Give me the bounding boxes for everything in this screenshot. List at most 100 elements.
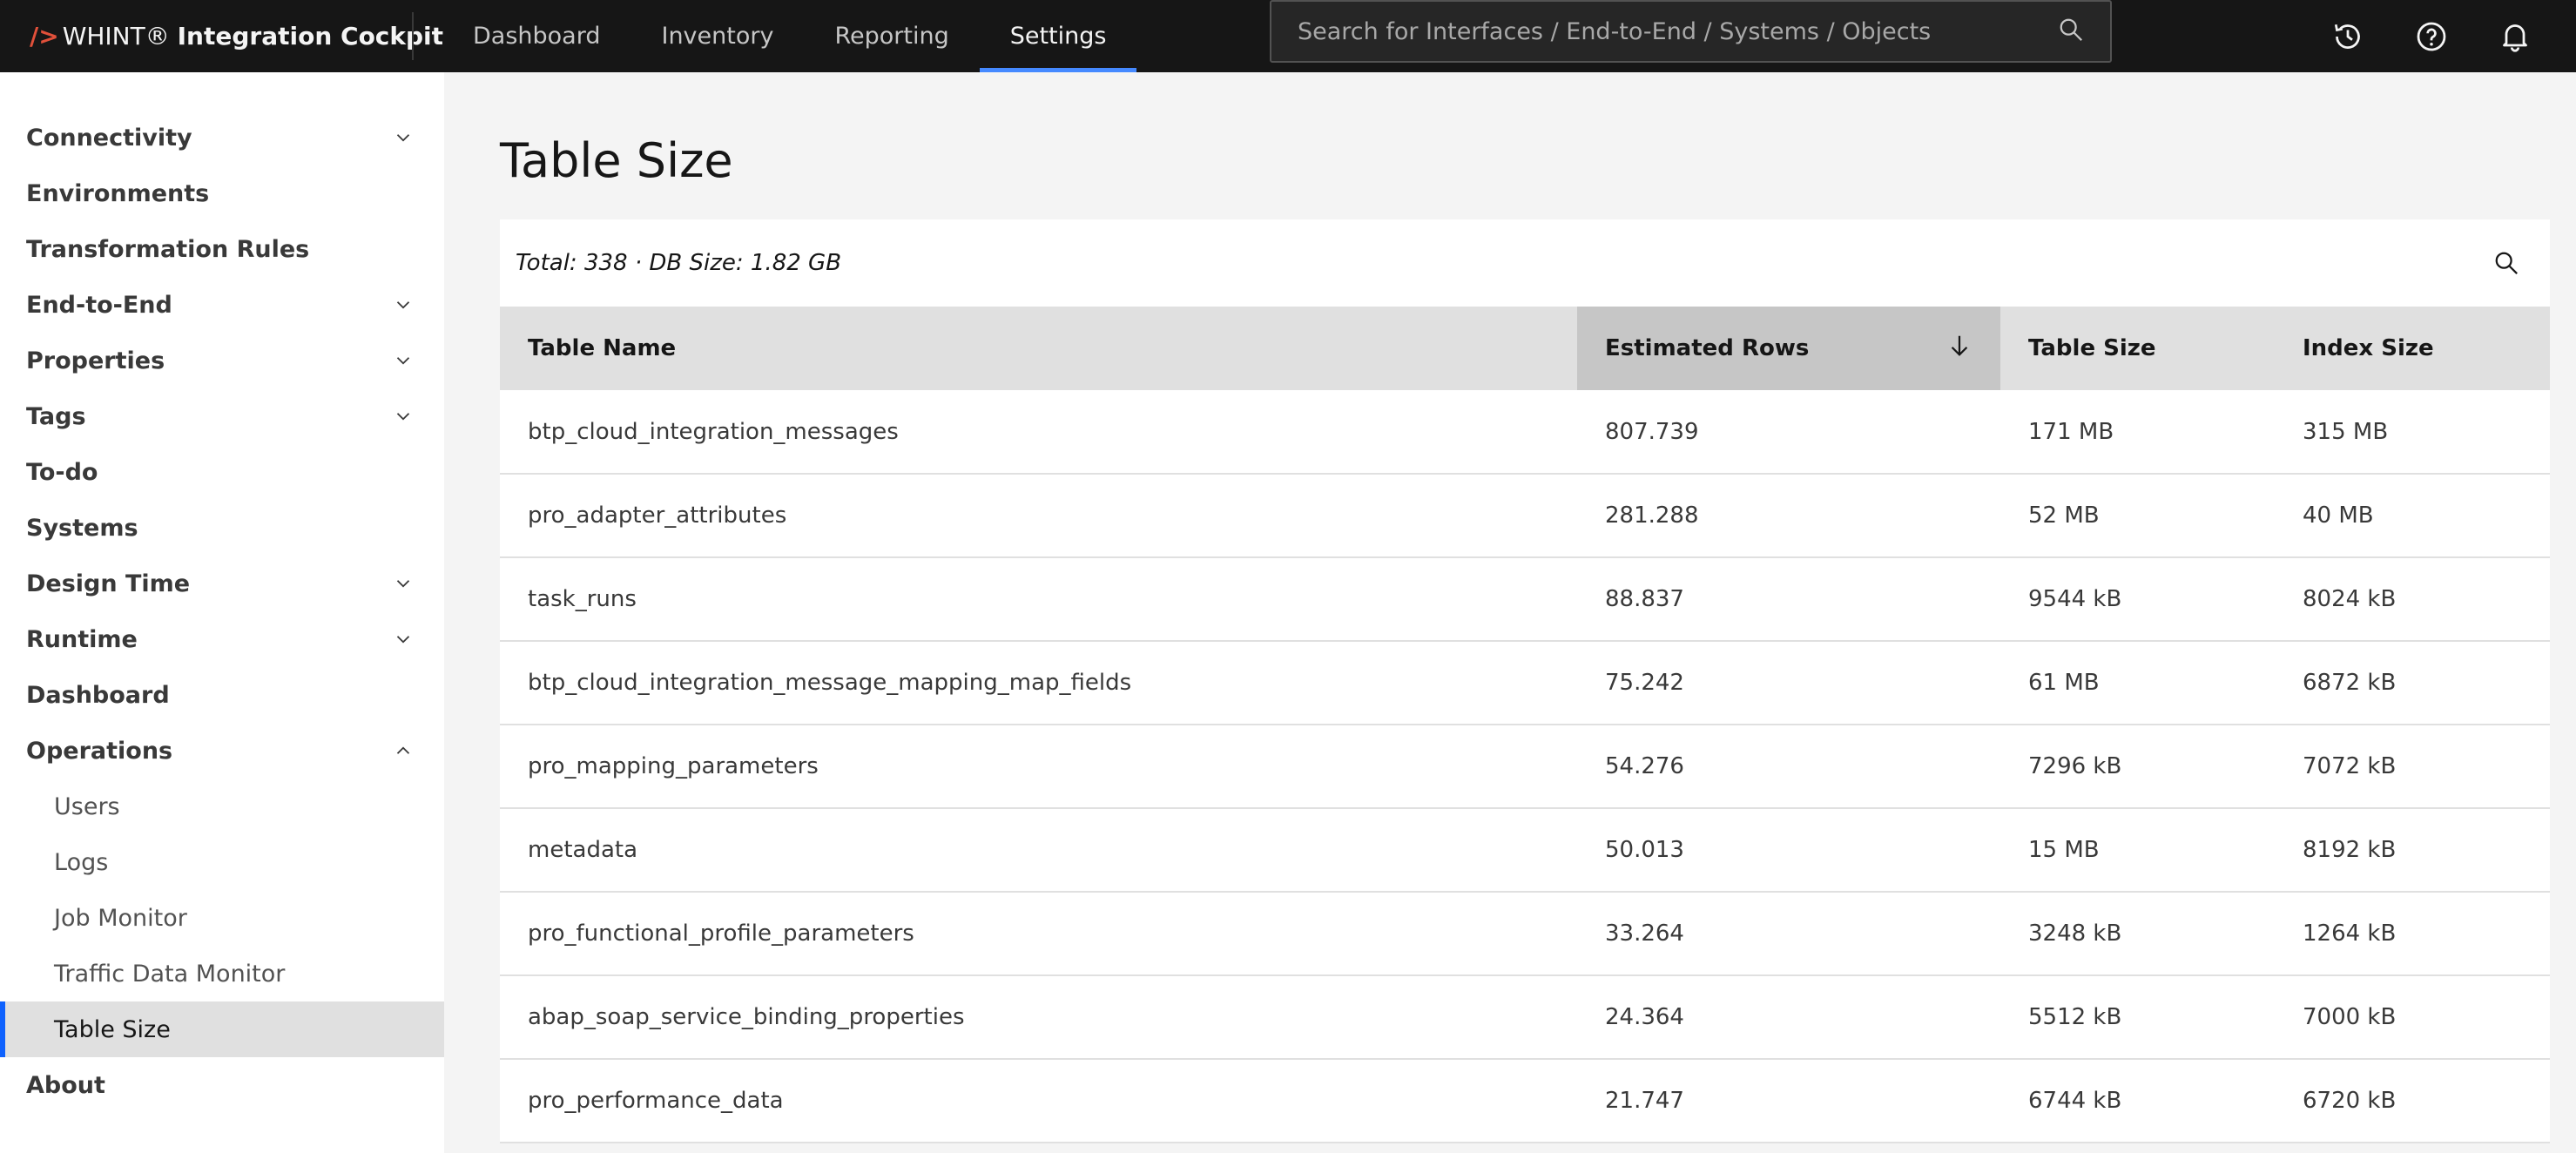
- table-cell-estimated-rows: 21.747: [1577, 1059, 2000, 1143]
- column-header-label: Estimated Rows: [1605, 335, 1810, 361]
- chevron-down-icon[interactable]: [388, 624, 418, 654]
- column-header-index-size[interactable]: Index Size: [2275, 307, 2550, 390]
- sidebar-item-operations[interactable]: Operations: [0, 723, 444, 779]
- sidebar-item-label: Logs: [54, 848, 109, 876]
- table-cell-table-name: task_runs: [500, 557, 1577, 642]
- history-icon[interactable]: [2306, 0, 2390, 72]
- sidebar-item-label: Tags: [26, 402, 86, 430]
- chevron-down-icon[interactable]: [388, 346, 418, 375]
- sidebar-item-connectivity[interactable]: Connectivity: [0, 110, 444, 165]
- sidebar-item-users[interactable]: Users: [0, 779, 444, 834]
- table-row[interactable]: btp_cloud_integration_message_mapping_ma…: [500, 641, 2550, 725]
- brand-name: WHINT® Integration Cockpit: [62, 22, 444, 51]
- nav-tab-settings[interactable]: Settings: [979, 0, 1137, 72]
- column-header-table-name[interactable]: Table Name: [500, 307, 1577, 390]
- sidebar-item-about[interactable]: About: [0, 1057, 444, 1113]
- app-logo[interactable]: /> WHINT® Integration Cockpit: [30, 0, 443, 72]
- table-cell-estimated-rows: 88.837: [1577, 557, 2000, 642]
- nav-tab-reporting[interactable]: Reporting: [804, 0, 979, 72]
- help-icon[interactable]: [2390, 0, 2473, 72]
- sidebar-item-label: Job Monitor: [54, 904, 187, 932]
- table-cell-index-size: 6720 kB: [2275, 1059, 2550, 1143]
- page-title: Table Size: [500, 133, 733, 188]
- chevron-down-icon[interactable]: [388, 569, 418, 598]
- sidebar-item-tags[interactable]: Tags: [0, 388, 444, 444]
- table-cell-table-name: pro_mapping_parameters: [500, 725, 1577, 809]
- brand-mark: />: [30, 22, 59, 51]
- table-cell-index-size: 7072 kB: [2275, 725, 2550, 809]
- top-header: /> WHINT® Integration Cockpit Dashboard I…: [0, 0, 2576, 72]
- search-icon[interactable]: [2058, 17, 2084, 46]
- column-header-table-size[interactable]: Table Size: [2000, 307, 2275, 390]
- sidebar-item-label: End-to-End: [26, 291, 172, 319]
- table-cell-index-size: 40 MB: [2275, 474, 2550, 558]
- sort-descending-icon[interactable]: [1946, 333, 1972, 365]
- sidebar-item-dashboard[interactable]: Dashboard: [0, 667, 444, 723]
- column-header-label: Index Size: [2303, 335, 2434, 361]
- nav-tab-dashboard[interactable]: Dashboard: [442, 0, 631, 72]
- table-cell-estimated-rows: 807.739: [1577, 390, 2000, 475]
- table-cell-index-size: 315 MB: [2275, 390, 2550, 475]
- sidebar-item-traffic-data-monitor[interactable]: Traffic Data Monitor: [0, 946, 444, 1001]
- search-input[interactable]: [1298, 17, 2058, 45]
- column-header-label: Table Name: [528, 335, 677, 361]
- nav-tab-inventory[interactable]: Inventory: [631, 0, 804, 72]
- table-row[interactable]: abap_soap_service_binding_properties 24.3…: [500, 975, 2550, 1060]
- sidebar-item-transformation-rules[interactable]: Transformation Rules: [0, 221, 444, 277]
- table-cell-table-name: pro_adapter_attributes: [500, 474, 1577, 558]
- column-header-label: Table Size: [2028, 335, 2156, 361]
- table-row[interactable]: pro_performance_data 21.747 6744 kB 6720 kB: [500, 1059, 2550, 1143]
- table-cell-estimated-rows: 75.242: [1577, 641, 2000, 725]
- table-row[interactable]: pro_adapter_attributes 281.288 52 MB 40 MB: [500, 474, 2550, 558]
- sidebar-item-label: Traffic Data Monitor: [54, 960, 286, 988]
- column-header-estimated-rows[interactable]: Estimated Rows: [1577, 307, 2000, 390]
- table-cell-estimated-rows: 50.013: [1577, 808, 2000, 893]
- table-cell-table-name: metadata: [500, 808, 1577, 893]
- header-divider: [412, 12, 414, 60]
- table-cell-index-size: 8192 kB: [2275, 808, 2550, 893]
- sidebar-item-label: Users: [54, 792, 120, 820]
- sidebar-item-runtime[interactable]: Runtime: [0, 611, 444, 667]
- table-cell-table-size: 52 MB: [2000, 474, 2275, 558]
- sidebar-item-end-to-end[interactable]: End-to-End: [0, 277, 444, 333]
- sidebar-item-table-size[interactable]: Table Size: [0, 1001, 444, 1057]
- sidebar-item-label: Table Size: [54, 1015, 171, 1043]
- sidebar-item-label: Dashboard: [26, 681, 170, 709]
- table-cell-estimated-rows: 24.364: [1577, 975, 2000, 1060]
- table-search-icon[interactable]: [2478, 235, 2534, 291]
- table-cell-estimated-rows: 54.276: [1577, 725, 2000, 809]
- sidebar-item-environments[interactable]: Environments: [0, 165, 444, 221]
- sidebar-item-logs[interactable]: Logs: [0, 834, 444, 890]
- table-cell-table-name: btp_cloud_integration_messages: [500, 390, 1577, 475]
- sidebar-item-label: Design Time: [26, 570, 191, 597]
- table-row[interactable]: btp_cloud_integration_messages 807.739 171…: [500, 390, 2550, 475]
- table-row[interactable]: task_runs 88.837 9544 kB 8024 kB: [500, 557, 2550, 642]
- chevron-down-icon[interactable]: [388, 401, 418, 431]
- sidebar-item-job-monitor[interactable]: Job Monitor: [0, 890, 444, 946]
- sidebar-item-properties[interactable]: Properties: [0, 333, 444, 388]
- sidebar-item-label: Connectivity: [26, 124, 192, 152]
- table-cell-estimated-rows: 33.264: [1577, 892, 2000, 976]
- sidebar-item-to-do[interactable]: To-do: [0, 444, 444, 500]
- chevron-up-icon[interactable]: [388, 736, 418, 765]
- table-cell-table-size: 7296 kB: [2000, 725, 2275, 809]
- main-nav: Dashboard Inventory Reporting Settings: [442, 0, 1137, 72]
- global-search[interactable]: [1270, 0, 2112, 63]
- table-row[interactable]: pro_mapping_parameters 54.276 7296 kB 7072 …: [500, 725, 2550, 809]
- table-row[interactable]: pro_functional_profile_parameters 33.264 3…: [500, 892, 2550, 976]
- sidebar-item-label: Runtime: [26, 625, 138, 653]
- notification-icon[interactable]: [2473, 0, 2557, 72]
- table-cell-table-name: pro_performance_data: [500, 1059, 1577, 1143]
- sidebar-item-systems[interactable]: Systems: [0, 500, 444, 556]
- sidebar-item-label: About: [26, 1071, 105, 1099]
- chevron-down-icon[interactable]: [388, 123, 418, 152]
- table-card: Total: 338 · DB Size: 1.82 GB Table Name…: [500, 219, 2550, 1143]
- table-row[interactable]: metadata 50.013 15 MB 8192 kB: [500, 808, 2550, 893]
- sidebar-item-design-time[interactable]: Design Time: [0, 556, 444, 611]
- table-cell-table-size: 9544 kB: [2000, 557, 2275, 642]
- chevron-down-icon[interactable]: [388, 290, 418, 320]
- table-toolbar: Total: 338 · DB Size: 1.82 GB: [500, 219, 2550, 307]
- table-cell-table-size: 3248 kB: [2000, 892, 2275, 976]
- table-cell-table-size: 5512 kB: [2000, 975, 2275, 1060]
- table-cell-table-size: 61 MB: [2000, 641, 2275, 725]
